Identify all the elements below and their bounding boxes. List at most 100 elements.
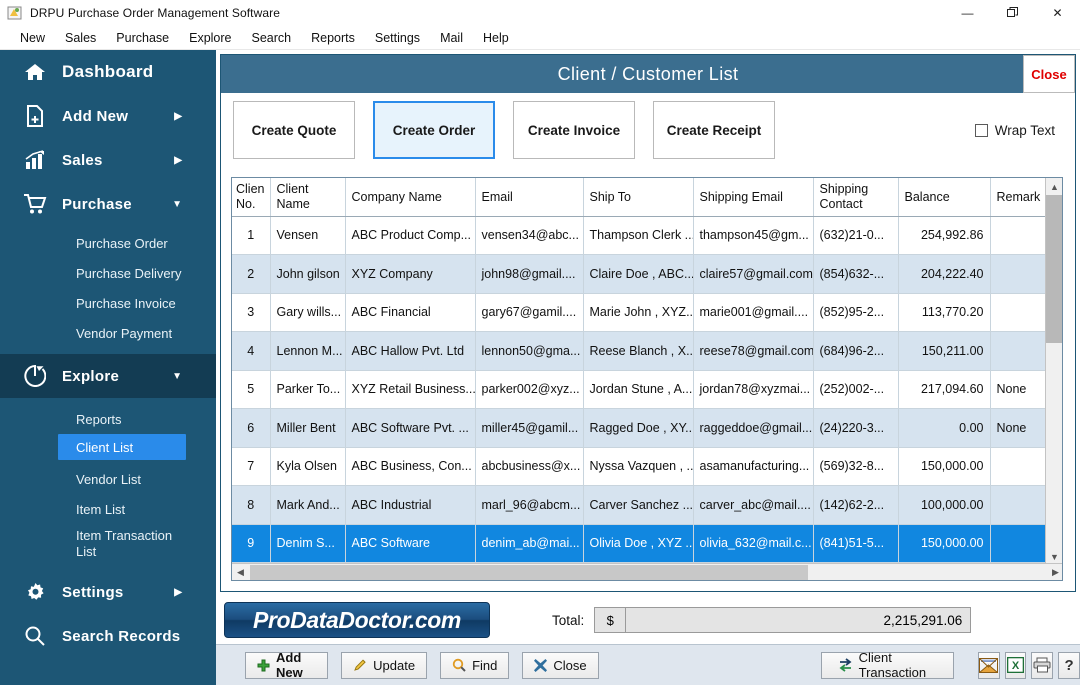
table-row[interactable]: 8 Mark And... ABC Industrial marl_96@abc… xyxy=(232,485,1048,525)
cell-balance: 150,000.00 xyxy=(898,447,991,486)
table-row[interactable]: 3 Gary wills... ABC Financial gary67@gam… xyxy=(232,293,1048,332)
cell-balance: 113,770.20 xyxy=(898,293,991,332)
sidebar-item-vendor-payment[interactable]: Vendor Payment xyxy=(0,318,216,348)
cell-shipping-email: reese78@gmail.com xyxy=(693,331,814,371)
plus-icon xyxy=(257,659,270,672)
close-window-button[interactable]: ✕ xyxy=(1035,0,1080,26)
cell-balance: 0.00 xyxy=(898,408,991,448)
column-header-remark[interactable]: Remark xyxy=(990,178,1048,217)
create-quote-button[interactable]: Create Quote xyxy=(233,101,355,159)
sidebar-label-dashboard: Dashboard xyxy=(62,62,154,81)
excel-export-button[interactable]: X xyxy=(1004,651,1027,679)
cell-client-no: 8 xyxy=(232,485,271,525)
mail-icon-button[interactable] xyxy=(977,651,1000,679)
cell-balance: 100,000.00 xyxy=(898,485,991,525)
scroll-left-icon[interactable]: ◀ xyxy=(232,564,249,580)
cell-remark: None xyxy=(990,408,1048,448)
create-receipt-button[interactable]: Create Receipt xyxy=(653,101,775,159)
add-new-button[interactable]: Add New xyxy=(245,650,329,680)
sidebar-item-sales[interactable]: Sales ▶ xyxy=(0,138,216,182)
cell-shipping-contact: (854)632-... xyxy=(813,254,899,294)
sidebar-item-settings[interactable]: Settings ▶ xyxy=(0,570,216,614)
sidebar-item-add-new[interactable]: Add New ▶ xyxy=(0,94,216,138)
sidebar-item-client-list[interactable]: Client List xyxy=(58,434,186,460)
find-button[interactable]: Find xyxy=(440,651,510,679)
print-button[interactable] xyxy=(1031,651,1054,679)
vertical-scroll-thumb[interactable] xyxy=(1046,195,1062,343)
sidebar-item-item-list[interactable]: Item List xyxy=(0,494,216,524)
sidebar-item-purchase-delivery[interactable]: Purchase Delivery xyxy=(0,258,216,288)
cell-shipping-email: raggeddoe@gmail... xyxy=(693,408,814,448)
chevron-right-icon: ▶ xyxy=(174,110,182,122)
menu-item-mail[interactable]: Mail xyxy=(430,28,473,48)
table-row[interactable]: 2 John gilson XYZ Company john98@gmail..… xyxy=(232,254,1048,294)
sidebar-item-search-records[interactable]: Search Records xyxy=(0,614,216,658)
bar-chart-icon xyxy=(22,148,48,172)
create-invoice-button[interactable]: Create Invoice xyxy=(513,101,635,159)
panel-close-button[interactable]: Close xyxy=(1023,55,1075,93)
cell-balance: 254,992.86 xyxy=(898,216,991,255)
cell-ship-to: Reese Blanch , X... xyxy=(583,331,694,371)
column-header-company-name[interactable]: Company Name xyxy=(345,178,476,217)
table-row[interactable]: 4 Lennon M... ABC Hallow Pvt. Ltd lennon… xyxy=(232,331,1048,371)
cell-balance: 204,222.40 xyxy=(898,254,991,294)
help-button[interactable]: ? xyxy=(1058,651,1080,679)
cell-company-name: ABC Financial xyxy=(345,293,476,332)
column-header-ship-to[interactable]: Ship To xyxy=(583,178,694,217)
panel-header: Client / Customer List Close xyxy=(221,55,1075,93)
sidebar-item-item-transaction-list[interactable]: Item Transaction List xyxy=(0,524,216,564)
menu-item-purchase[interactable]: Purchase xyxy=(106,28,179,48)
cell-shipping-contact: (142)62-2... xyxy=(813,485,899,525)
cell-shipping-contact: (569)32-8... xyxy=(813,447,899,486)
sidebar-item-purchase-order[interactable]: Purchase Order xyxy=(0,228,216,258)
close-button[interactable]: Close xyxy=(522,651,599,679)
table-horizontal-scrollbar[interactable]: ◀ ▶ xyxy=(232,563,1062,580)
sidebar-item-purchase-invoice[interactable]: Purchase Invoice xyxy=(0,288,216,318)
minimize-button[interactable]: — xyxy=(945,0,990,26)
menu-item-settings[interactable]: Settings xyxy=(365,28,430,48)
menu-bar: New Sales Purchase Explore Search Report… xyxy=(0,26,1080,50)
cell-client-name: Denim S... xyxy=(270,524,346,563)
sidebar-item-reports[interactable]: Reports xyxy=(0,404,216,434)
sidebar-item-purchase[interactable]: Purchase ▼ xyxy=(0,182,216,226)
maximize-button[interactable] xyxy=(990,0,1035,26)
sidebar-submenu-explore: Reports Client List Vendor List Item Lis… xyxy=(0,398,216,564)
column-header-shipping-email[interactable]: Shipping Email xyxy=(693,178,814,217)
column-header-email[interactable]: Email xyxy=(475,178,584,217)
column-header-client-no[interactable]: Clien No. xyxy=(232,178,271,217)
table-row[interactable]: 1 Vensen ABC Product Comp... vensen34@ab… xyxy=(232,216,1048,255)
column-header-shipping-contact[interactable]: Shipping Contact xyxy=(813,178,899,217)
table-row[interactable]: 5 Parker To... XYZ Retail Business... pa… xyxy=(232,370,1048,409)
scroll-up-icon[interactable]: ▲ xyxy=(1046,178,1062,195)
menu-item-new[interactable]: New xyxy=(10,28,55,48)
menu-item-search[interactable]: Search xyxy=(242,28,302,48)
sidebar-item-vendor-list[interactable]: Vendor List xyxy=(0,464,216,494)
sidebar-item-explore[interactable]: Explore ▼ xyxy=(0,354,216,398)
column-header-balance[interactable]: Balance xyxy=(898,178,991,217)
client-list-panel: Client / Customer List Close Create Quot… xyxy=(220,54,1076,592)
file-plus-icon xyxy=(22,104,48,128)
column-header-client-name[interactable]: Client Name xyxy=(270,178,346,217)
wrap-text-control[interactable]: Wrap Text xyxy=(974,123,1055,138)
update-button[interactable]: Update xyxy=(341,651,428,679)
horizontal-scroll-thumb[interactable] xyxy=(250,565,808,580)
table-vertical-scrollbar[interactable]: ▲ ▼ xyxy=(1045,178,1062,565)
cell-shipping-email: marie001@gmail.... xyxy=(693,293,814,332)
menu-item-help[interactable]: Help xyxy=(473,28,519,48)
menu-item-explore[interactable]: Explore xyxy=(179,28,241,48)
scroll-right-icon[interactable]: ▶ xyxy=(1047,564,1062,580)
pencil-icon xyxy=(353,658,367,672)
cell-client-name: Lennon M... xyxy=(270,331,346,371)
cell-remark xyxy=(990,216,1048,255)
wrap-text-checkbox[interactable] xyxy=(974,123,988,137)
menu-item-reports[interactable]: Reports xyxy=(301,28,365,48)
sidebar-item-dashboard[interactable]: Dashboard xyxy=(0,50,216,94)
create-order-button[interactable]: Create Order xyxy=(373,101,495,159)
x-icon xyxy=(534,658,548,672)
chevron-right-icon: ▶ xyxy=(174,586,182,598)
table-row[interactable]: 6 Miller Bent ABC Software Pvt. ... mill… xyxy=(232,408,1048,448)
table-row[interactable]: 7 Kyla Olsen ABC Business, Con... abcbus… xyxy=(232,447,1048,486)
client-transaction-button[interactable]: Client Transaction xyxy=(820,650,954,680)
menu-item-sales[interactable]: Sales xyxy=(55,28,106,48)
table-row-selected[interactable]: 9 Denim S... ABC Software denim_ab@mai..… xyxy=(232,524,1048,563)
